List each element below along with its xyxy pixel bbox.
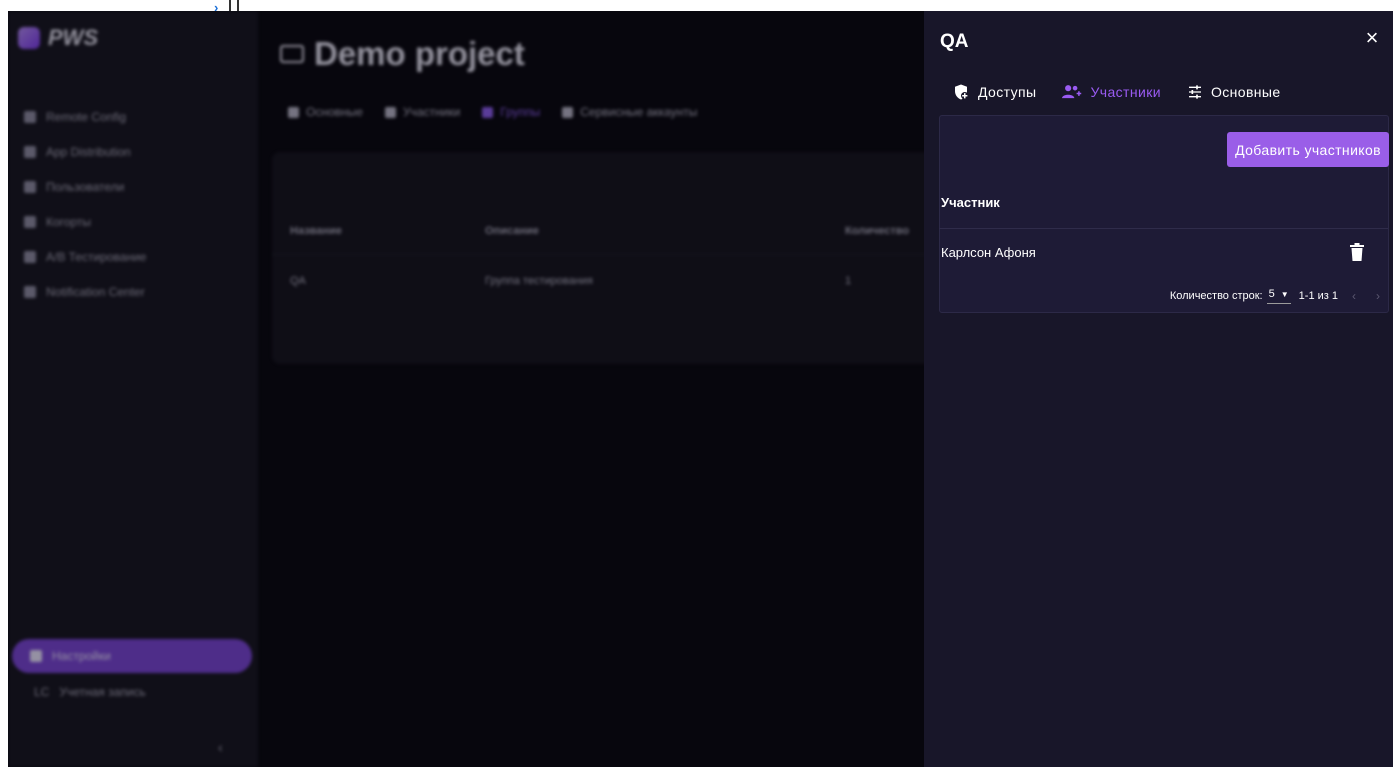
- tab-label: Основные: [1210, 84, 1281, 100]
- sidebar-item-label: Remote Config: [46, 109, 127, 124]
- members-panel: Добавить участников Участник Карлсон Афо…: [939, 115, 1389, 313]
- sidebar-item-remote-config[interactable]: Remote Config: [24, 99, 248, 134]
- tune-icon: [1188, 85, 1201, 99]
- sidebar-item-ab-testing[interactable]: A/B Тестирование: [24, 239, 248, 274]
- shield-plus-icon: [955, 84, 969, 100]
- key-icon: [562, 106, 574, 118]
- rows-per-page-label: Количество строк:: [1169, 290, 1263, 302]
- project-tabs: Основные Участники Группы Сервисные акка…: [288, 105, 697, 119]
- tab-members[interactable]: Участники: [384, 105, 461, 119]
- pagination-range: 1-1 из 1: [1298, 290, 1338, 302]
- logo[interactable]: PWS: [18, 25, 98, 51]
- box-icon: [24, 145, 36, 158]
- drawer-title: QA: [940, 31, 969, 52]
- tab-label: Группы: [500, 105, 541, 119]
- sidebar-item-label: Пользователи: [46, 179, 125, 194]
- close-icon[interactable]: ×: [1359, 25, 1385, 51]
- sidebar-item-settings[interactable]: Настройки: [12, 639, 252, 673]
- tab-label: Участники: [1090, 84, 1161, 100]
- column-header: Участник: [941, 195, 1000, 210]
- trash-icon[interactable]: [1350, 243, 1364, 261]
- page-title: Demo project: [280, 35, 525, 73]
- table-cell: Группа тестирования: [485, 275, 593, 287]
- sidebar-item-label: A/B Тестирование: [46, 249, 147, 264]
- sidebar-item-label: App Distribution: [46, 144, 131, 159]
- tab-access[interactable]: Доступы: [952, 83, 1036, 101]
- tab-label: Доступы: [978, 84, 1037, 100]
- prev-page-icon[interactable]: ‹: [1352, 289, 1356, 303]
- tab-label: Сервисные аккаунты: [580, 105, 698, 119]
- folder-icon: [280, 45, 304, 63]
- sidebar-item-app-distribution[interactable]: App Distribution: [24, 134, 248, 169]
- collapse-sidebar-icon[interactable]: ‹: [218, 739, 223, 755]
- rows-per-page-value: 5: [1268, 288, 1275, 300]
- send-icon: [24, 285, 36, 298]
- add-members-button[interactable]: Добавить участников: [1227, 132, 1389, 167]
- gear-icon: [30, 650, 42, 662]
- column-header: Название: [290, 225, 342, 237]
- person-icon: [384, 106, 396, 118]
- members-table-header: Участник: [939, 186, 1388, 229]
- logo-cube-icon: [18, 27, 40, 49]
- users-icon: [24, 180, 36, 193]
- sidebar-item-cohorts[interactable]: Когорты: [24, 204, 248, 239]
- sidebar-item-users[interactable]: Пользователи: [24, 169, 248, 204]
- tab-label: Основные: [306, 105, 363, 119]
- tab-label: Участники: [402, 105, 461, 119]
- logo-text: PWS: [48, 25, 99, 50]
- group-icon: [482, 106, 494, 118]
- tab-groups[interactable]: Группы: [482, 105, 540, 119]
- member-name: Карлсон Афоня: [941, 245, 1036, 260]
- table-row[interactable]: Карлсон Афоня: [939, 229, 1388, 275]
- drawer-tabs: Доступы Участники Основные: [952, 83, 1281, 101]
- next-page-icon[interactable]: ›: [1376, 289, 1380, 303]
- grid-icon: [24, 110, 36, 123]
- group-drawer: QA × Доступы Участники Основные Добавить…: [924, 11, 1393, 767]
- caret-down-icon: ▼: [1280, 289, 1289, 299]
- sidebar-item-label: Учетная запись: [59, 685, 146, 699]
- tab-participants[interactable]: Участники: [1062, 83, 1161, 101]
- tab-main[interactable]: Основные: [1187, 83, 1281, 101]
- table-row[interactable]: QA Группа тестирования 1: [290, 275, 965, 287]
- sidebar-item-label: Настройки: [52, 649, 111, 663]
- rows-per-page-select[interactable]: 5 ▼: [1266, 288, 1291, 304]
- sidebar: PWS Remote Config App Distribution Польз…: [8, 11, 258, 767]
- sidebar-bottom: Настройки LC Учетная запись: [12, 639, 252, 709]
- sidebar-nav: Remote Config App Distribution Пользоват…: [24, 99, 248, 309]
- settings-list-icon: [288, 106, 299, 118]
- divider: [229, 0, 231, 11]
- column-header: Описание: [485, 225, 539, 237]
- avatar: LC: [34, 685, 50, 699]
- flask-icon: [24, 250, 36, 263]
- table-cell: QA: [290, 275, 306, 287]
- sidebar-item-account[interactable]: LC Учетная запись: [12, 675, 252, 709]
- tab-service-accounts[interactable]: Сервисные аккаунты: [562, 105, 697, 119]
- groups-table-card: Название Описание Количество QA Группа т…: [272, 152, 972, 364]
- project-title: Demo project: [314, 35, 525, 72]
- tab-general[interactable]: Основные: [288, 105, 363, 119]
- sidebar-item-label: Когорты: [46, 214, 91, 229]
- pagination: Количество строк: 5 ▼ 1-1 из 1 ‹ ›: [1170, 288, 1380, 304]
- cohort-icon: [24, 215, 36, 228]
- divider: [272, 254, 972, 255]
- sidebar-item-notification-center[interactable]: Notification Center: [24, 274, 248, 309]
- group-add-icon: [1062, 85, 1082, 99]
- table-header: Название Описание Количество: [290, 225, 965, 237]
- sidebar-item-label: Notification Center: [46, 284, 145, 299]
- divider: [237, 0, 239, 11]
